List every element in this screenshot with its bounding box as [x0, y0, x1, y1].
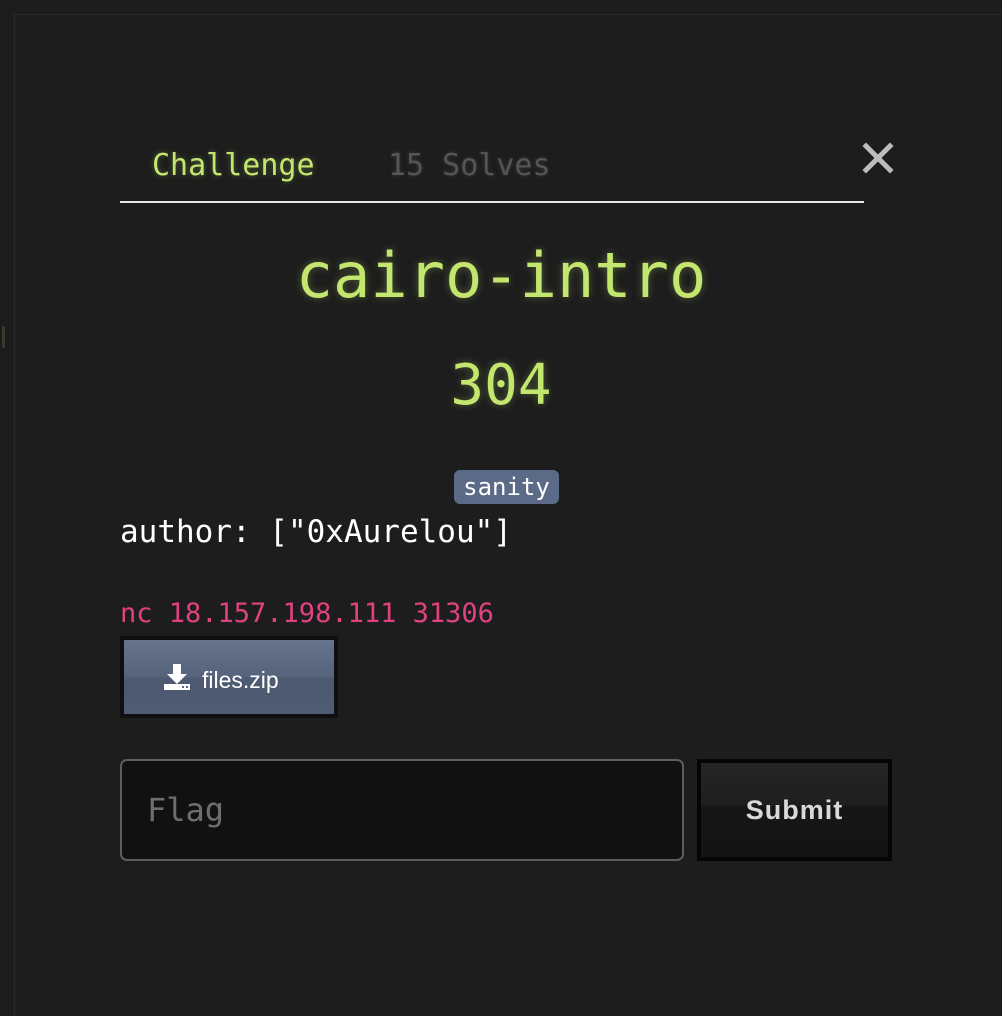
challenge-name: cairo-intro: [295, 239, 707, 312]
flag-input[interactable]: [120, 759, 684, 861]
file-name: files.zip: [202, 667, 279, 693]
category-tag: sanity: [454, 470, 559, 504]
close-icon: [862, 142, 894, 174]
close-button[interactable]: [860, 138, 896, 178]
author-line: author: ["0xAurelou"]: [120, 514, 512, 550]
background-edge-mark: [2, 326, 5, 348]
submit-button[interactable]: Submit: [697, 759, 892, 861]
tab-challenge[interactable]: Challenge: [152, 146, 315, 186]
challenge-tabs: Challenge 15 Solves: [120, 140, 864, 203]
download-icon: [164, 664, 190, 690]
tab-solves[interactable]: 15 Solves: [388, 146, 551, 186]
connection-command: nc 18.157.198.111 31306: [120, 598, 494, 629]
download-file-button[interactable]: files.zip: [120, 636, 338, 718]
challenge-points: 304: [450, 353, 552, 418]
